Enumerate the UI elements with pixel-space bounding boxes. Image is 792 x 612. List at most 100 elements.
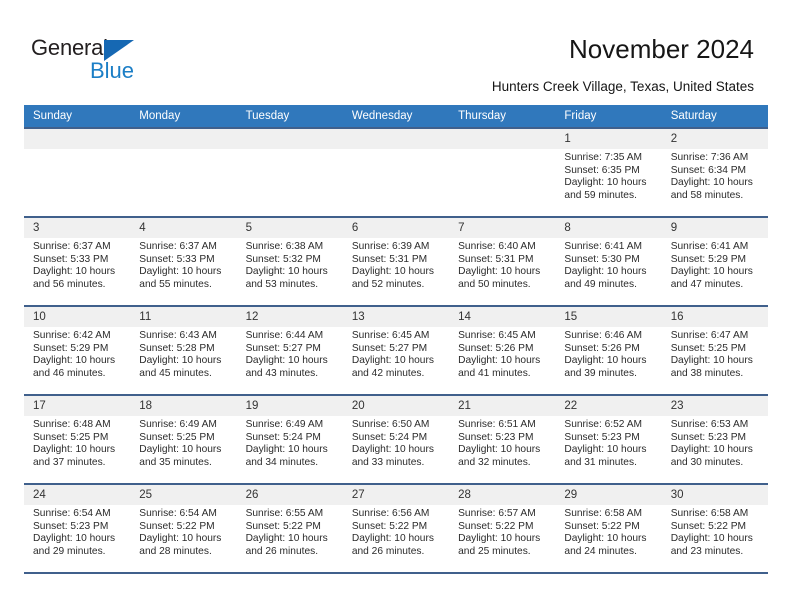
sunrise-text: Sunrise: 6:41 AM xyxy=(670,241,749,252)
daylight-text: Daylight: 10 hours and 24 minutes. xyxy=(564,533,647,557)
day-sun-info: Sunrise: 7:36 AM Sunset: 6:34 PM Daylight:… xyxy=(662,149,768,202)
day-number: 16 xyxy=(661,307,768,327)
day-sun-info: Sunrise: 6:58 AM Sunset: 5:22 PM Daylight:… xyxy=(555,505,661,558)
daylight-text: Daylight: 10 hours and 31 minutes. xyxy=(564,444,647,468)
day-number xyxy=(449,129,556,149)
day-number: 14 xyxy=(449,307,556,327)
daylight-text: Daylight: 10 hours and 35 minutes. xyxy=(139,444,222,468)
sunrise-text: Sunrise: 6:54 AM xyxy=(33,508,111,519)
sunrise-text: Sunrise: 6:52 AM xyxy=(564,419,642,430)
sunrise-text: Sunrise: 6:40 AM xyxy=(458,241,536,252)
calendar-day-cell[interactable]: 26 Sunrise: 6:55 AM Sunset: 5:22 PM Dayligh… xyxy=(236,483,343,574)
day-sun-info: Sunrise: 6:39 AM Sunset: 5:31 PM Daylight:… xyxy=(343,238,449,291)
calendar-day-cell[interactable]: 17 Sunrise: 6:48 AM Sunset: 5:25 PM Dayligh… xyxy=(24,394,131,484)
calendar-day-cell[interactable]: 2 Sunrise: 7:36 AM Sunset: 6:34 PM Daylight… xyxy=(661,127,768,217)
general-blue-logo[interactable]: General Blue xyxy=(31,35,171,83)
sunset-text: Sunset: 5:23 PM xyxy=(564,431,640,443)
sunset-text: Sunset: 5:22 PM xyxy=(245,520,321,532)
calendar-day-cell[interactable]: 24 Sunrise: 6:54 AM Sunset: 5:23 PM Dayligh… xyxy=(24,483,131,574)
calendar-day-cell[interactable]: 10 Sunrise: 6:42 AM Sunset: 5:29 PM Dayligh… xyxy=(24,305,131,395)
day-sun-info: Sunrise: 6:42 AM Sunset: 5:29 PM Daylight:… xyxy=(24,327,130,380)
sunset-text: Sunset: 5:32 PM xyxy=(245,253,321,265)
day-sun-info: Sunrise: 6:52 AM Sunset: 5:23 PM Daylight:… xyxy=(555,416,661,469)
sunrise-text: Sunrise: 6:39 AM xyxy=(351,241,430,252)
calendar-day-cell[interactable]: 5 Sunrise: 6:38 AM Sunset: 5:32 PM Daylight… xyxy=(236,216,343,306)
calendar-day-cell[interactable]: 3 Sunrise: 6:37 AM Sunset: 5:33 PM Daylight… xyxy=(24,216,131,306)
calendar-day-cell[interactable]: 20 Sunrise: 6:50 AM Sunset: 5:24 PM Dayligh… xyxy=(342,394,450,484)
calendar-day-cell[interactable]: 22 Sunrise: 6:52 AM Sunset: 5:23 PM Dayligh… xyxy=(555,394,662,484)
day-sun-info: Sunrise: 6:44 AM Sunset: 5:27 PM Daylight:… xyxy=(237,327,343,380)
calendar-day-cell-empty xyxy=(342,127,450,217)
day-sun-info: Sunrise: 6:49 AM Sunset: 5:25 PM Daylight:… xyxy=(130,416,236,469)
weekday-header-friday: Friday xyxy=(555,105,662,128)
day-sun-info: Sunrise: 6:37 AM Sunset: 5:33 PM Daylight:… xyxy=(130,238,236,291)
daylight-text: Daylight: 10 hours and 55 minutes. xyxy=(139,266,222,290)
sunrise-text: Sunrise: 6:56 AM xyxy=(351,508,430,519)
daylight-text: Daylight: 10 hours and 23 minutes. xyxy=(670,533,753,557)
sunset-text: Sunset: 5:22 PM xyxy=(564,520,640,532)
day-sun-info: Sunrise: 6:58 AM Sunset: 5:22 PM Daylight:… xyxy=(662,505,768,558)
day-number xyxy=(24,129,131,149)
calendar-week-row: 24 Sunrise: 6:54 AM Sunset: 5:23 PM Dayligh… xyxy=(24,483,768,574)
daylight-text: Daylight: 10 hours and 42 minutes. xyxy=(351,355,434,379)
sunset-text: Sunset: 6:34 PM xyxy=(670,164,747,176)
calendar-day-cell[interactable]: 16 Sunrise: 6:47 AM Sunset: 5:25 PM Dayligh… xyxy=(661,305,768,395)
calendar-day-cell[interactable]: 27 Sunrise: 6:56 AM Sunset: 5:22 PM Dayligh… xyxy=(342,483,450,574)
day-number: 12 xyxy=(236,307,343,327)
logo-text-blue: Blue xyxy=(90,58,135,83)
day-sun-info: Sunrise: 6:49 AM Sunset: 5:24 PM Daylight:… xyxy=(237,416,343,469)
daylight-text: Daylight: 10 hours and 28 minutes. xyxy=(139,533,222,557)
weekday-header-thursday: Thursday xyxy=(449,105,556,128)
sunset-text: Sunset: 5:30 PM xyxy=(564,253,640,265)
calendar-day-cell[interactable]: 12 Sunrise: 6:44 AM Sunset: 5:27 PM Dayligh… xyxy=(236,305,343,395)
calendar-week-row: 3 Sunrise: 6:37 AM Sunset: 5:33 PM Daylight… xyxy=(24,216,768,306)
calendar-day-cell[interactable]: 18 Sunrise: 6:49 AM Sunset: 5:25 PM Dayligh… xyxy=(130,394,237,484)
sunrise-text: Sunrise: 6:57 AM xyxy=(458,508,536,519)
calendar-day-cell[interactable]: 25 Sunrise: 6:54 AM Sunset: 5:22 PM Dayligh… xyxy=(130,483,237,574)
calendar-day-cell[interactable]: 30 Sunrise: 6:58 AM Sunset: 5:22 PM Dayligh… xyxy=(661,483,768,574)
page-title: November 2024 xyxy=(569,34,754,64)
calendar-day-cell[interactable]: 6 Sunrise: 6:39 AM Sunset: 5:31 PM Daylight… xyxy=(342,216,450,306)
calendar-day-cell[interactable]: 1 Sunrise: 7:35 AM Sunset: 6:35 PM Daylight… xyxy=(555,127,662,217)
calendar-day-cell[interactable]: 11 Sunrise: 6:43 AM Sunset: 5:28 PM Dayligh… xyxy=(130,305,237,395)
sunrise-text: Sunrise: 6:51 AM xyxy=(458,419,536,430)
sunrise-text: Sunrise: 7:35 AM xyxy=(564,152,642,163)
calendar-day-cell[interactable]: 9 Sunrise: 6:41 AM Sunset: 5:29 PM Daylight… xyxy=(661,216,768,306)
sunrise-text: Sunrise: 6:38 AM xyxy=(245,241,324,252)
calendar-header-row: Sunday Monday Tuesday Wednesday Thursday Frid… xyxy=(24,105,768,128)
calendar-day-cell[interactable]: 4 Sunrise: 6:37 AM Sunset: 5:33 PM Daylight… xyxy=(130,216,237,306)
calendar-day-cell[interactable]: 15 Sunrise: 6:46 AM Sunset: 5:26 PM Dayligh… xyxy=(555,305,662,395)
weekday-header-tuesday: Tuesday xyxy=(236,105,343,128)
calendar-day-cell[interactable]: 14 Sunrise: 6:45 AM Sunset: 5:26 PM Dayligh… xyxy=(449,305,556,395)
day-number: 23 xyxy=(661,396,768,416)
day-sun-info: Sunrise: 6:41 AM Sunset: 5:29 PM Daylight:… xyxy=(662,238,768,291)
sunset-text: Sunset: 5:25 PM xyxy=(139,431,215,443)
calendar-week-row: 10 Sunrise: 6:42 AM Sunset: 5:29 PM Dayligh… xyxy=(24,305,768,395)
day-number: 19 xyxy=(236,396,343,416)
page-subtitle: Hunters Creek Village, Texas, United Sta… xyxy=(491,79,754,94)
daylight-text: Daylight: 10 hours and 46 minutes. xyxy=(33,355,116,379)
sunset-text: Sunset: 5:26 PM xyxy=(564,342,640,354)
calendar-day-cell[interactable]: 13 Sunrise: 6:45 AM Sunset: 5:27 PM Dayligh… xyxy=(342,305,450,395)
day-number: 10 xyxy=(24,307,131,327)
calendar-day-cell[interactable]: 23 Sunrise: 6:53 AM Sunset: 5:23 PM Dayligh… xyxy=(661,394,768,484)
calendar-day-cell[interactable]: 29 Sunrise: 6:58 AM Sunset: 5:22 PM Dayligh… xyxy=(555,483,662,574)
day-sun-info: Sunrise: 6:46 AM Sunset: 5:26 PM Daylight:… xyxy=(555,327,661,380)
calendar-day-cell[interactable]: 8 Sunrise: 6:41 AM Sunset: 5:30 PM Daylight… xyxy=(555,216,662,306)
sunset-text: Sunset: 5:33 PM xyxy=(139,253,215,265)
sunset-text: Sunset: 5:31 PM xyxy=(351,253,428,265)
day-number: 1 xyxy=(555,129,662,149)
calendar-day-cell[interactable]: 28 Sunrise: 6:57 AM Sunset: 5:22 PM Dayligh… xyxy=(449,483,556,574)
sunrise-text: Sunrise: 6:37 AM xyxy=(33,241,111,252)
sunset-text: Sunset: 5:22 PM xyxy=(670,520,747,532)
calendar-day-cell[interactable]: 19 Sunrise: 6:49 AM Sunset: 5:24 PM Dayligh… xyxy=(236,394,343,484)
daylight-text: Daylight: 10 hours and 45 minutes. xyxy=(139,355,222,379)
sunset-text: Sunset: 5:31 PM xyxy=(458,253,534,265)
daylight-text: Daylight: 10 hours and 29 minutes. xyxy=(33,533,116,557)
sunset-text: Sunset: 5:27 PM xyxy=(351,342,428,354)
calendar-day-cell[interactable]: 7 Sunrise: 6:40 AM Sunset: 5:31 PM Daylight… xyxy=(449,216,556,306)
calendar-day-cell[interactable]: 21 Sunrise: 6:51 AM Sunset: 5:23 PM Dayligh… xyxy=(449,394,556,484)
day-number: 24 xyxy=(24,485,131,505)
day-sun-info: Sunrise: 6:51 AM Sunset: 5:23 PM Daylight:… xyxy=(449,416,555,469)
day-sun-info: Sunrise: 6:43 AM Sunset: 5:28 PM Daylight:… xyxy=(130,327,236,380)
